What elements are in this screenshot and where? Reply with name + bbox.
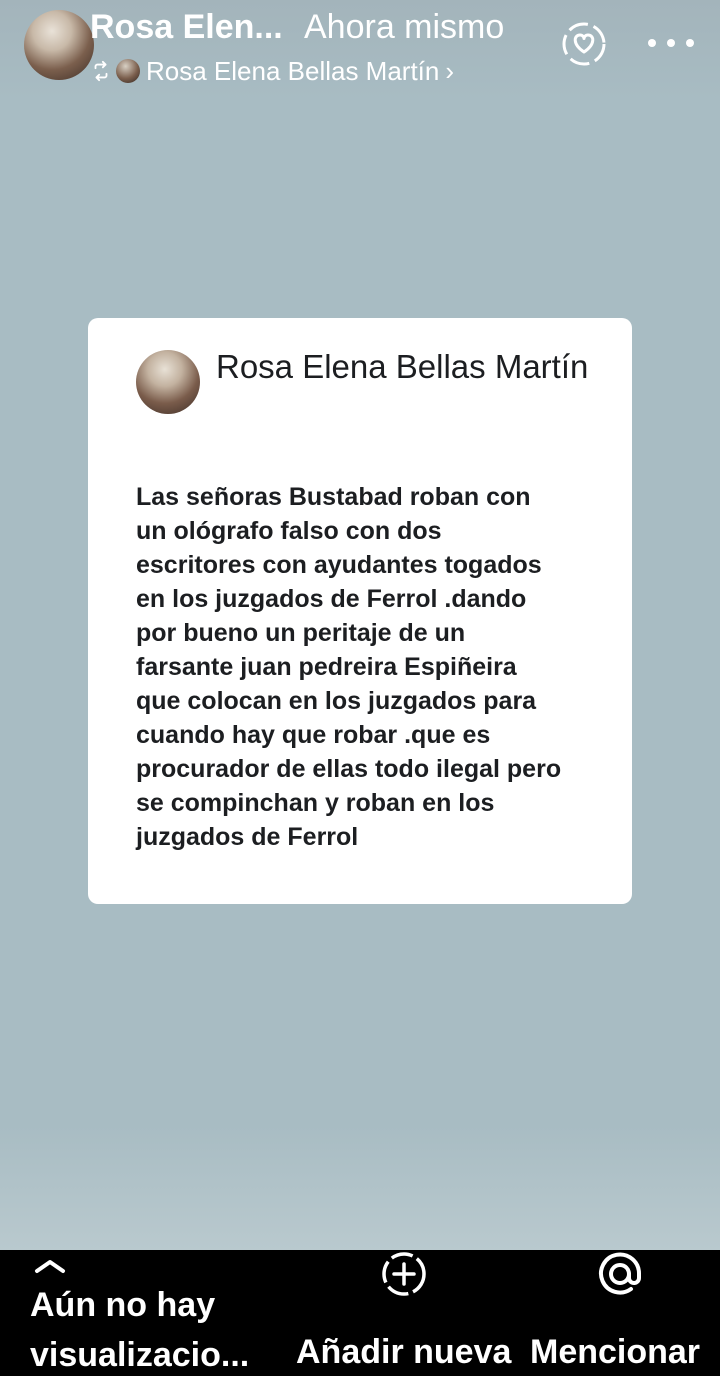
repost-icon — [94, 60, 108, 82]
add-new-label: Añadir nueva — [296, 1333, 512, 1371]
views-label: Aún no hay visualizacio... — [30, 1286, 250, 1374]
author-name[interactable]: Rosa Elen... — [90, 8, 290, 47]
add-circle-icon — [382, 1252, 426, 1296]
mention-label: Mencionar — [530, 1333, 701, 1371]
bottom-action-bar: Aún no hay visualizacio... Añadir nueva … — [0, 1250, 720, 1376]
chevron-up-icon — [35, 1260, 65, 1273]
mention-button[interactable]: Mencionar — [530, 1250, 710, 1376]
avatar[interactable] — [24, 10, 94, 80]
shared-from-link[interactable]: Rosa Elena Bellas Martín › — [90, 56, 454, 86]
more-icon-dot — [648, 39, 656, 47]
views-button[interactable]: Aún no hay visualizacio... — [30, 1250, 280, 1376]
more-icon-dot — [667, 39, 675, 47]
post-author-avatar — [136, 350, 200, 414]
shared-avatar — [116, 59, 140, 83]
shared-post-card[interactable]: Rosa Elena Bellas Martín Las señoras Bus… — [88, 318, 632, 904]
add-new-button[interactable]: Añadir nueva — [296, 1250, 514, 1376]
reaction-button[interactable] — [558, 18, 610, 70]
shared-from-name: Rosa Elena Bellas Martín — [146, 55, 440, 86]
chevron-right-icon: › — [445, 55, 455, 86]
post-text: Las señoras Bustabad roban con un ológra… — [136, 483, 562, 851]
post-author-name: Rosa Elena Bellas Martín — [216, 348, 589, 385]
at-sign-icon — [599, 1252, 642, 1295]
more-icon-dot — [686, 39, 694, 47]
story-header: Rosa Elen... Ahora mismo Rosa Elena Bell… — [0, 0, 720, 100]
timestamp: Ahora mismo — [304, 8, 505, 46]
more-options-button[interactable] — [648, 28, 694, 58]
heart-sparkle-icon — [562, 22, 606, 66]
